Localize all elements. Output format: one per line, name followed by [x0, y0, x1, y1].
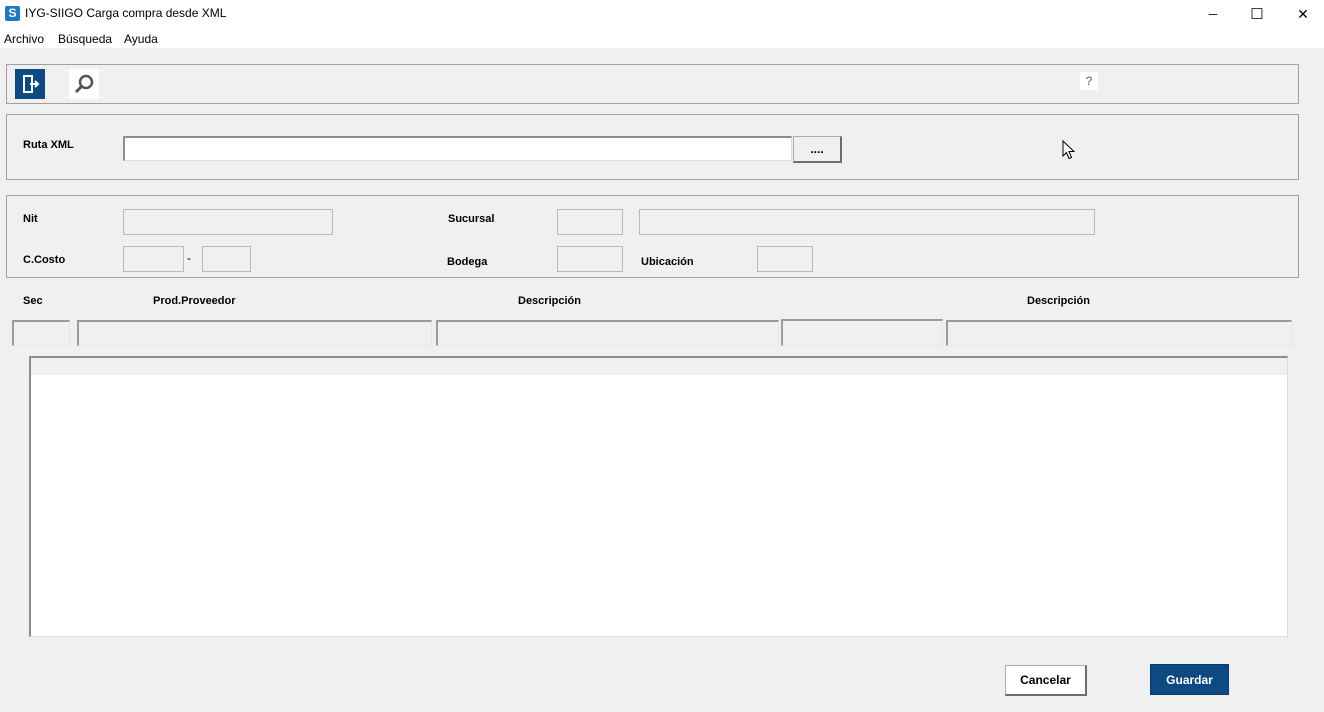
sec-field[interactable]	[12, 320, 70, 346]
help-button[interactable]: ?	[1080, 72, 1098, 90]
nit-label: Nit	[23, 213, 38, 225]
window-title: IYG-SIIGO Carga compra desde XML	[25, 6, 227, 20]
menu-busqueda[interactable]: Búsqueda	[58, 32, 112, 46]
exit-button[interactable]	[15, 69, 45, 99]
middle-field[interactable]	[781, 319, 943, 346]
nit-field[interactable]	[123, 209, 333, 235]
descripcion-header-1: Descripción	[518, 295, 581, 307]
title-bar: S IYG-SIIGO Carga compra desde XML ─ ☐ ✕	[0, 0, 1324, 28]
ubicacion-label: Ubicación	[641, 256, 694, 268]
save-button[interactable]: Guardar	[1150, 664, 1229, 695]
sucursal-label: Sucursal	[448, 213, 495, 225]
mouse-cursor-icon	[1062, 140, 1076, 160]
close-icon: ✕	[1297, 5, 1309, 22]
maximize-button[interactable]: ☐	[1234, 0, 1280, 28]
browse-button[interactable]: ....	[793, 136, 842, 163]
data-grid[interactable]	[29, 356, 1288, 637]
ccosto-separator: -	[187, 251, 191, 265]
magnifier-icon	[74, 74, 94, 94]
maximize-icon: ☐	[1250, 6, 1264, 23]
exit-door-icon	[23, 75, 40, 93]
prod-proveedor-field[interactable]	[77, 320, 432, 346]
close-button[interactable]: ✕	[1280, 0, 1324, 28]
menu-ayuda[interactable]: Ayuda	[124, 32, 158, 46]
info-group: Nit Sucursal C.Costo - Bodega Ubicación	[6, 195, 1299, 278]
descripcion-header-2: Descripción	[1027, 295, 1090, 307]
minimize-button[interactable]: ─	[1190, 0, 1236, 28]
ccosto-field-2[interactable]	[202, 246, 251, 272]
prod-proveedor-header: Prod.Proveedor	[153, 295, 236, 307]
ruta-xml-label: Ruta XML	[23, 139, 74, 151]
menu-bar: Archivo Búsqueda Ayuda	[0, 28, 1324, 48]
sec-header: Sec	[23, 295, 43, 307]
bodega-field[interactable]	[557, 246, 623, 272]
sucursal-code-field[interactable]	[557, 209, 623, 235]
descripcion-field-1[interactable]	[436, 320, 779, 346]
minimize-icon: ─	[1208, 7, 1218, 21]
ccosto-field-1[interactable]	[123, 246, 184, 272]
grid-header	[31, 358, 1287, 375]
descripcion-field-2[interactable]	[946, 320, 1292, 346]
ccosto-label: C.Costo	[23, 254, 66, 266]
app-logo-icon: S	[5, 6, 20, 21]
ruta-xml-input[interactable]	[123, 136, 792, 161]
cancel-button[interactable]: Cancelar	[1005, 665, 1087, 696]
bodega-label: Bodega	[447, 256, 488, 268]
toolbar: ?	[6, 64, 1299, 104]
sucursal-name-field[interactable]	[639, 209, 1095, 235]
ubicacion-field[interactable]	[757, 246, 813, 272]
xml-path-group: Ruta XML ....	[6, 114, 1299, 180]
search-button[interactable]	[69, 69, 99, 99]
menu-archivo[interactable]: Archivo	[4, 32, 44, 46]
